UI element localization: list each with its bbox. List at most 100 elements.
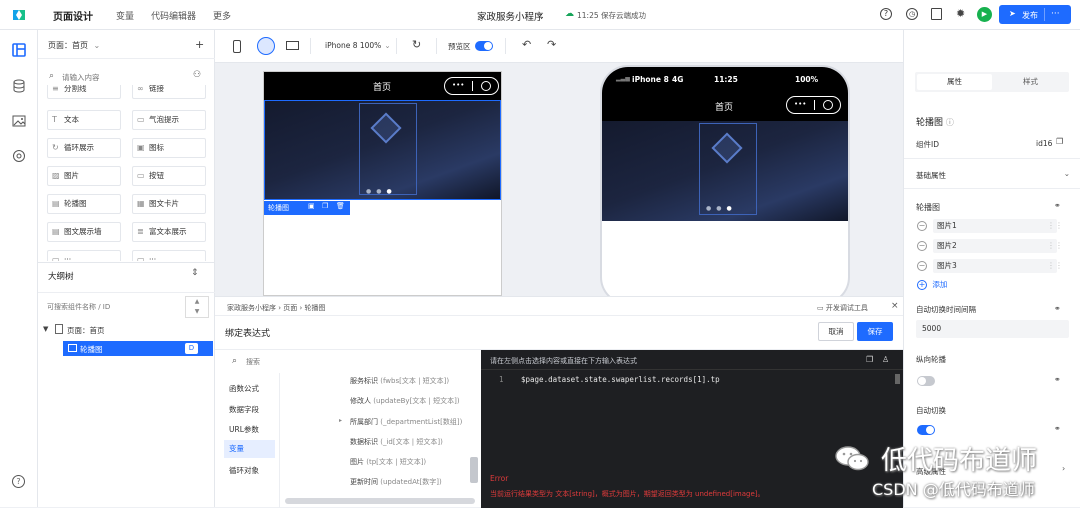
link-icon[interactable]: ⚭	[1054, 424, 1061, 433]
phone-battery: 100%	[795, 75, 819, 84]
picture-item-1[interactable]: − 图片1 ⋮⋮	[917, 219, 1067, 233]
carousel-dots[interactable]: ●●●	[366, 188, 397, 195]
component-icon[interactable]: ▣ 图标	[132, 138, 206, 158]
outline-search-input[interactable]	[47, 300, 167, 313]
phone-capsule-button[interactable]: •••	[786, 96, 841, 114]
help-icon[interactable]: ?	[880, 8, 892, 20]
editor-carousel[interactable]: ●●●	[264, 100, 501, 200]
component-image[interactable]: ▨ 图片	[47, 166, 121, 186]
device-select[interactable]: iPhone 8 100% ⌄	[325, 41, 391, 50]
var-service-id[interactable]: 服务标识 (fwbs[文本 | 短文本])	[350, 376, 449, 386]
component-button[interactable]: ▭ 按钮	[132, 166, 206, 186]
add-page-button[interactable]: +	[195, 38, 204, 51]
expand-caret-icon[interactable]: ▸	[339, 417, 342, 424]
link-icon[interactable]: ⚭	[1054, 304, 1061, 313]
vertical-scrollbar[interactable]	[470, 457, 478, 483]
wechat-icon	[835, 445, 869, 471]
history-icon[interactable]: ◷	[906, 8, 918, 20]
link-icon[interactable]: ⚭	[1054, 201, 1061, 210]
help-icon[interactable]: ?	[12, 475, 25, 488]
component-image-wall[interactable]: ▤ 图文展示墙	[47, 222, 121, 242]
tab-styles[interactable]: 样式	[994, 74, 1067, 90]
editor-scrollbar[interactable]	[895, 374, 900, 384]
preview-toggle[interactable]	[475, 41, 493, 51]
publish-button[interactable]: ➤ 发布 ···	[999, 5, 1071, 24]
image-icon[interactable]	[11, 114, 27, 130]
add-picture-button[interactable]: + 添加	[917, 279, 947, 290]
copy-icon[interactable]: ❐	[866, 355, 873, 364]
var-department[interactable]: 所属部门 (_departmentList[数组])	[350, 417, 462, 427]
pages-icon[interactable]	[11, 43, 27, 59]
variable-search-input[interactable]	[246, 356, 446, 368]
redo-icon[interactable]: ↷	[547, 38, 556, 51]
var-image[interactable]: 图片 (tp[文本 | 短文本])	[350, 457, 426, 467]
category-loop-object[interactable]: 循环对象	[229, 465, 259, 476]
var-updated-at[interactable]: 更新时间 (updatedAt[数字])	[350, 477, 442, 487]
component-search-input[interactable]	[62, 70, 182, 84]
copy-id-icon[interactable]: ❐	[1056, 137, 1063, 146]
component-image-card[interactable]: ▦ 图文卡片	[132, 194, 206, 214]
auto-switch-toggle[interactable]	[917, 425, 935, 435]
phone-carousel[interactable]: ●●●	[602, 121, 848, 221]
refresh-icon[interactable]: ↻	[412, 38, 421, 51]
save-icon[interactable]	[931, 8, 942, 20]
tab-code-editor[interactable]: 代码编辑器	[151, 9, 196, 22]
selected-component-tag[interactable]: 轮播图 ▣ ❐ 🗑	[264, 201, 350, 215]
editor-nav-bar: 首页 •••	[264, 72, 501, 100]
responsive-view-icon[interactable]	[257, 37, 275, 55]
database-icon[interactable]	[11, 79, 27, 95]
app-logo-icon[interactable]	[11, 8, 27, 22]
category-functions[interactable]: 函数公式	[229, 383, 259, 394]
var-updated-by[interactable]: 修改人 (updateBy[文本 | 短文本])	[350, 396, 460, 406]
collapse-icon[interactable]: ⇕	[191, 268, 199, 278]
settings-icon[interactable]: ✹	[956, 7, 965, 20]
picture-item-2[interactable]: − 图片2 ⋮⋮	[917, 239, 1067, 253]
component-id: id16	[1036, 139, 1053, 148]
vertical-toggle[interactable]	[917, 376, 935, 386]
tree-caret-icon[interactable]: ▼	[43, 325, 48, 333]
format-icon[interactable]: ♙	[882, 355, 889, 364]
basic-section-header[interactable]: 基础属性 ⌄	[916, 169, 1070, 181]
tree-node-badge: D	[185, 343, 198, 354]
component-tree-icon[interactable]: ⚇	[193, 70, 201, 80]
remove-icon: −	[917, 221, 927, 231]
category-data-fields[interactable]: 数据字段	[229, 404, 259, 415]
component-rich-text[interactable]: ≣ 富文本展示	[132, 222, 206, 242]
component-link[interactable]: ∞ 链接	[132, 85, 206, 99]
component-more-2[interactable]: ▭ ···	[132, 250, 206, 261]
category-url-params[interactable]: URL参数	[229, 424, 259, 435]
component-loop[interactable]: ↻ 循环展示	[47, 138, 121, 158]
capsule-button[interactable]: •••	[444, 77, 499, 95]
code-line[interactable]: $page.dataset.state.swaperlist.records[1…	[521, 375, 720, 384]
phone-carousel-dots[interactable]: ●●●	[706, 205, 737, 212]
run-icon[interactable]: ▶	[977, 7, 992, 22]
tree-node-page[interactable]: 页面：首页	[67, 325, 105, 336]
tab-properties[interactable]: 属性	[917, 74, 992, 90]
desktop-view-icon[interactable]	[286, 41, 299, 50]
var-data-id[interactable]: 数据标识 (_id[文本 | 短文本])	[350, 437, 443, 447]
tab-more[interactable]: 更多	[213, 9, 231, 22]
save-button[interactable]: 保存	[857, 322, 893, 341]
picture-item-3[interactable]: − 图片3 ⋮⋮	[917, 259, 1067, 273]
interval-input[interactable]: 5000	[916, 320, 1069, 338]
publish-more-button[interactable]: ···	[1051, 9, 1060, 19]
component-divider[interactable]: ≡ 分割线	[47, 85, 121, 99]
horizontal-scrollbar[interactable]	[285, 498, 475, 504]
outline-sort-control[interactable]: ▲ ▼	[185, 296, 209, 318]
devtools-link[interactable]: ▭ 开发调试工具	[817, 303, 868, 313]
component-tooltip[interactable]: ▭ 气泡提示	[132, 110, 206, 130]
chevron-down-icon: ⌄	[1063, 169, 1070, 178]
component-more-1[interactable]: ▭ ···	[47, 250, 121, 261]
component-text[interactable]: T 文本	[47, 110, 121, 130]
undo-icon[interactable]: ↶	[522, 38, 531, 51]
component-carousel[interactable]: ▤ 轮播图	[47, 194, 121, 214]
close-icon[interactable]: ×	[891, 301, 899, 311]
tab-variables[interactable]: 变量	[116, 9, 134, 22]
mobile-view-icon[interactable]	[233, 40, 241, 53]
link-icon[interactable]: ⚭	[1054, 375, 1061, 384]
settings-icon[interactable]	[11, 149, 27, 165]
cancel-button[interactable]: 取消	[818, 322, 854, 341]
tree-node-carousel[interactable]: 轮播图 D	[63, 341, 213, 356]
category-variables[interactable]: 变量	[224, 440, 275, 458]
page-select[interactable]: 页面：首页 ⌄	[48, 40, 100, 51]
